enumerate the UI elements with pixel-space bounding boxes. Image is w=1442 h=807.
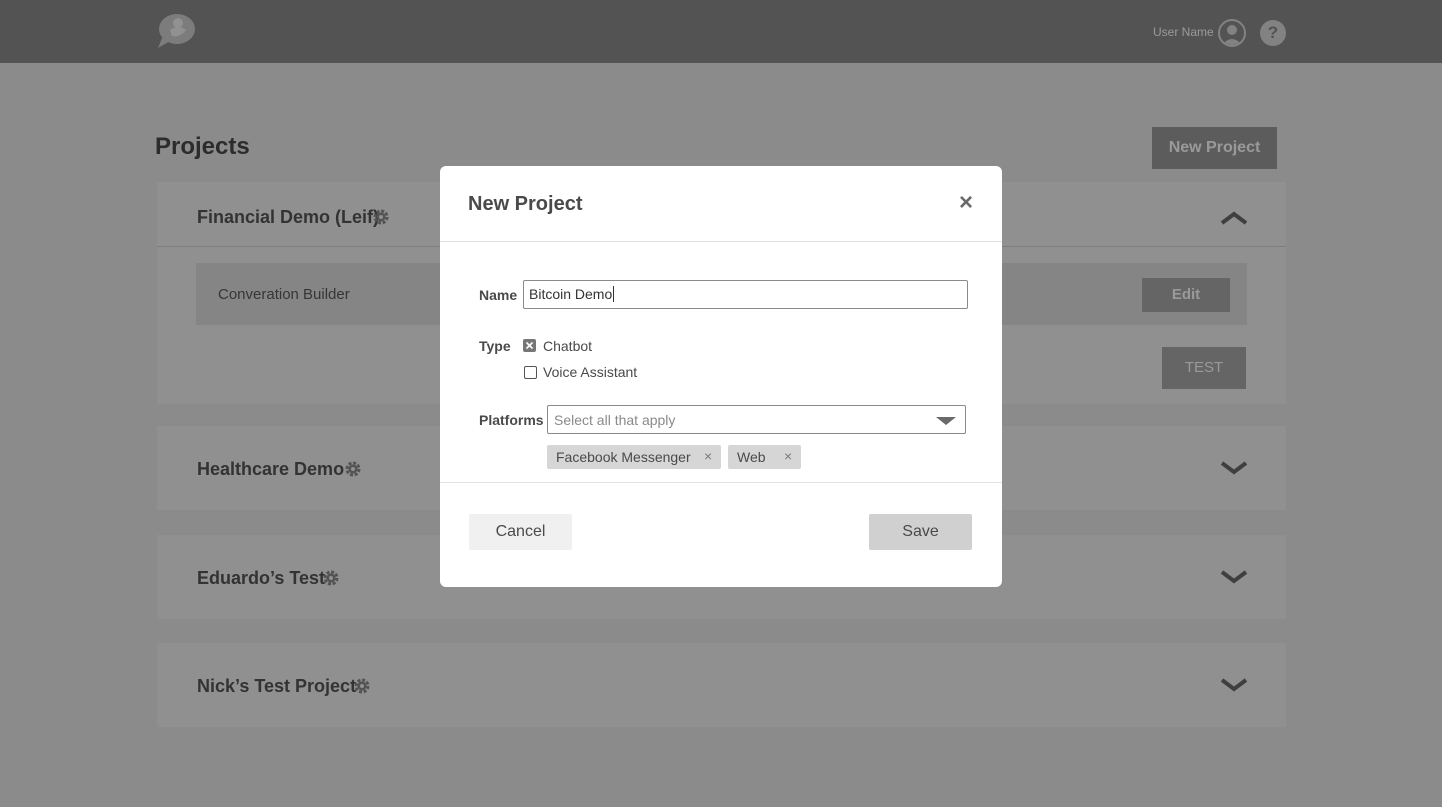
checkmark-x-icon xyxy=(525,341,534,350)
divider xyxy=(440,241,1002,242)
close-icon[interactable]: × xyxy=(955,191,977,215)
chip-label: Web xyxy=(737,449,766,465)
text-caret xyxy=(613,286,615,302)
platform-chip: Facebook Messenger × xyxy=(547,445,721,469)
chatbot-label[interactable]: Chatbot xyxy=(543,338,592,354)
chevron-down-icon[interactable] xyxy=(936,417,956,425)
voice-assistant-label[interactable]: Voice Assistant xyxy=(543,364,637,380)
save-button[interactable]: Save xyxy=(869,514,972,550)
platforms-label: Platforms xyxy=(479,412,544,428)
name-input[interactable]: Bitcoin Demo xyxy=(523,280,968,309)
platforms-placeholder: Select all that apply xyxy=(554,412,676,428)
chip-label: Facebook Messenger xyxy=(556,449,691,465)
type-label: Type xyxy=(479,338,511,354)
new-project-dialog: New Project × Name Bitcoin Demo Type Cha… xyxy=(440,166,1002,587)
close-icon[interactable]: × xyxy=(784,448,792,464)
divider xyxy=(440,482,1002,483)
close-icon[interactable]: × xyxy=(704,448,712,464)
platforms-select[interactable]: Select all that apply xyxy=(547,405,966,434)
chatbot-checkbox[interactable] xyxy=(523,339,536,352)
platform-chip: Web × xyxy=(728,445,801,469)
dialog-title: New Project xyxy=(468,193,583,215)
cancel-button[interactable]: Cancel xyxy=(469,514,572,550)
name-input-value: Bitcoin Demo xyxy=(529,286,613,302)
voice-assistant-checkbox[interactable] xyxy=(524,366,537,379)
name-label: Name xyxy=(479,287,518,303)
